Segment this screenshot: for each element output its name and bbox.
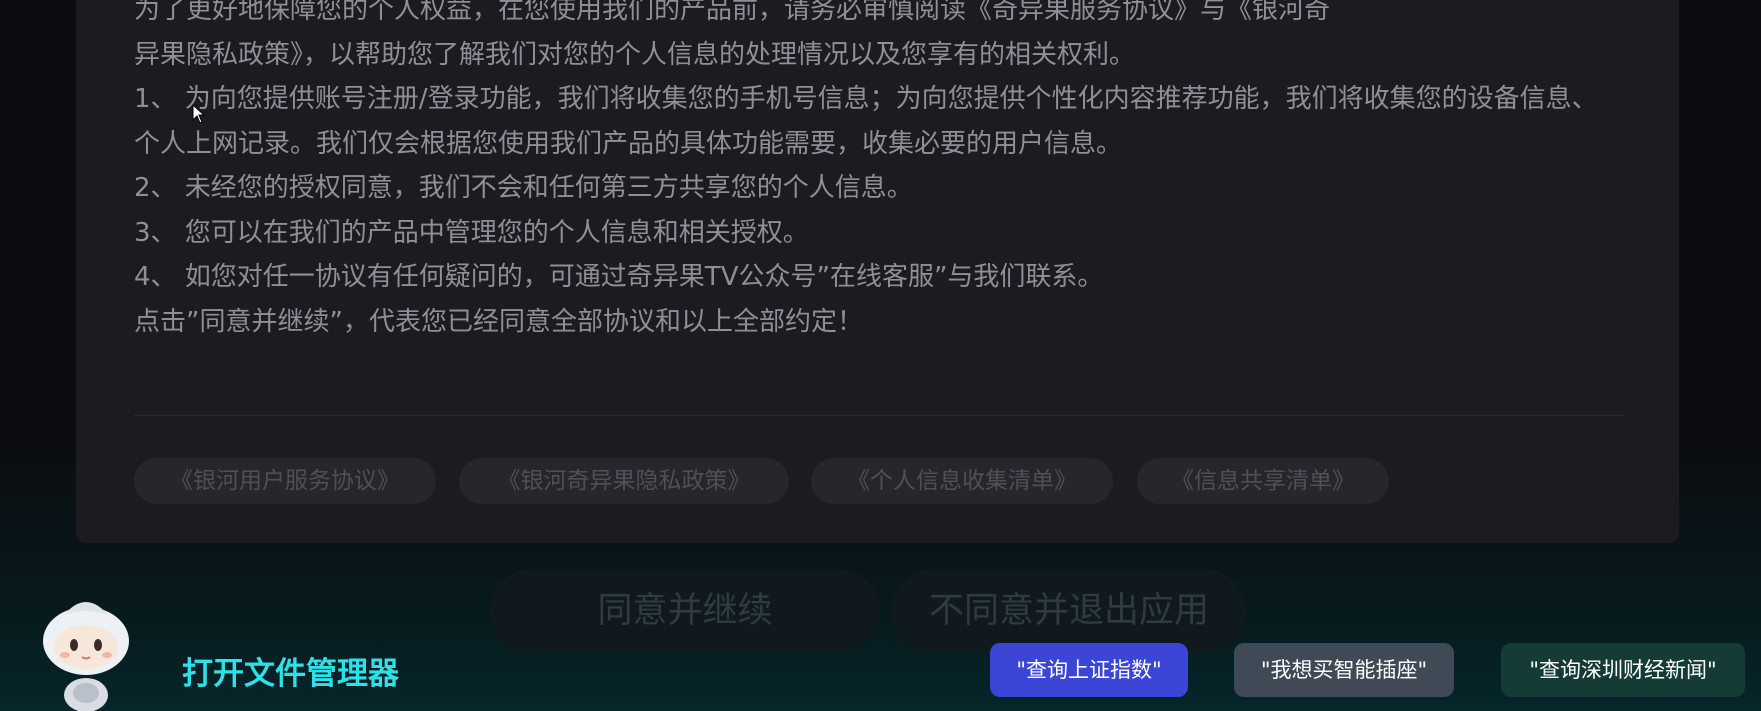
dialog-divider <box>134 415 1624 416</box>
disagree-exit-button[interactable]: 不同意并退出应用 <box>892 569 1246 653</box>
suggestion-chip-shenzhen-news[interactable]: "查询深圳财经新闻" <box>1501 643 1745 697</box>
voice-command-hint: 打开文件管理器 <box>182 656 399 692</box>
robot-assistant-icon <box>43 602 129 711</box>
suggestion-chip-smart-plug[interactable]: "我想买智能插座" <box>1234 643 1454 697</box>
policy-intro-line-2: 异果隐私政策》，以帮助您了解我们对您的个人信息的处理情况以及您享有的相关权利。 <box>134 39 1136 70</box>
policy-consent-note: 点击”同意并继续”，代表您已经同意全部协议和以上全部约定！ <box>134 306 863 337</box>
mouse-pointer-icon <box>192 104 206 124</box>
agree-continue-button[interactable]: 同意并继续 <box>490 569 880 653</box>
policy-intro-line-1: 为了更好地保障您的个人权益，在您使用我们的产品前，请务必审慎阅读《奇异果服务协议… <box>134 0 1331 25</box>
link-info-sharing-list[interactable]: 《信息共享清单》 <box>1137 458 1389 504</box>
suggestion-chip-shanghai-index[interactable]: "查询上证指数" <box>990 643 1188 697</box>
link-user-service-agreement[interactable]: 《银河用户服务协议》 <box>134 458 436 504</box>
policy-item-1: 1、 为向您提供账号注册/登录功能，我们将收集您的手机号信息；为向您提供个性化内… <box>134 84 1598 159</box>
policy-item-3: 3、 您可以在我们的产品中管理您的个人信息和相关授权。 <box>134 217 809 248</box>
policy-item-4: 4、 如您对任一协议有任何疑问的，可通过奇异果TV公众号”在线客服”与我们联系。 <box>134 262 1104 292</box>
link-personal-info-collection-list[interactable]: 《个人信息收集清单》 <box>811 458 1113 504</box>
policy-item-2: 2、 未经您的授权同意，我们不会和任何第三方共享您的个人信息。 <box>134 173 913 203</box>
link-privacy-policy[interactable]: 《银河奇异果隐私政策》 <box>459 458 789 504</box>
privacy-policy-text: 为了更好地保障您的个人权益，在您使用我们的产品前，请务必审慎阅读《奇异果服务协议… <box>134 0 1614 344</box>
